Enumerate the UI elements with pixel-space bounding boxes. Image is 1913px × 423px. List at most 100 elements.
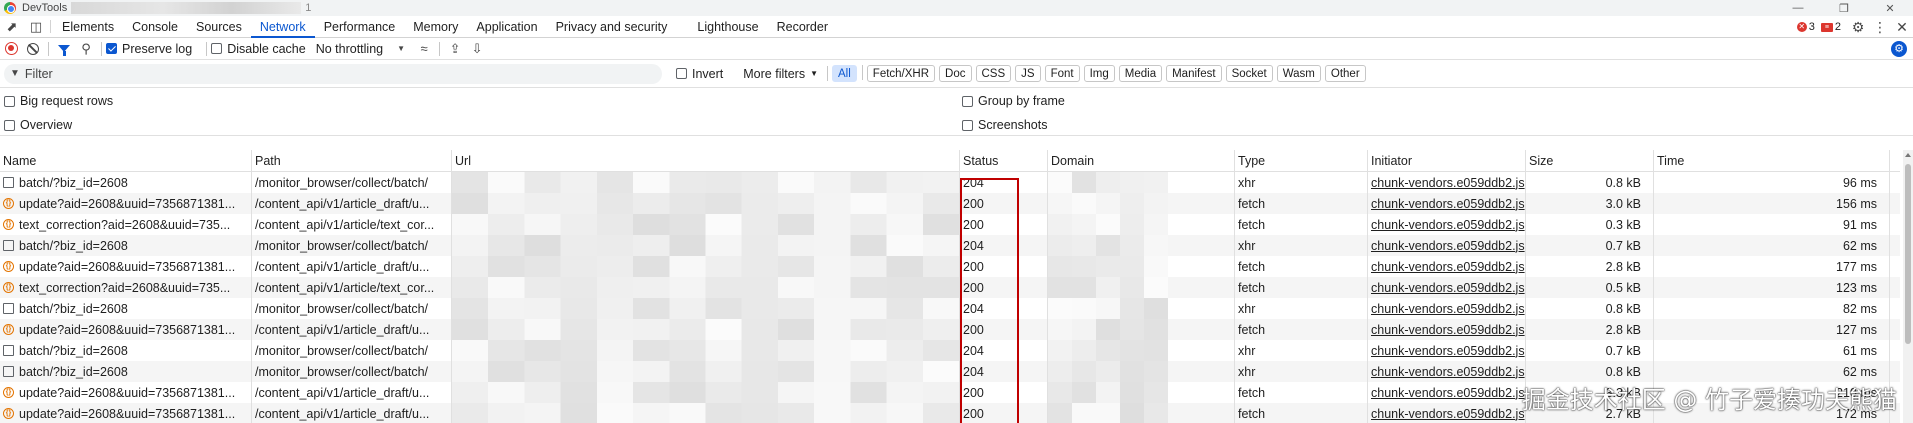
filter-pill-all[interactable]: All [832,65,857,82]
table-row[interactable]: batch/?biz_id=2608/monitor_browser/colle… [0,235,1900,256]
tab-network[interactable]: Network [250,16,315,38]
close-icon[interactable]: ✕ [1867,0,1913,16]
initiator-link[interactable]: chunk-vendors.e059ddb2.js [1371,239,1525,253]
checkbox-unchecked[interactable] [211,43,223,54]
filter-pill-js[interactable]: JS [1015,65,1041,82]
initiator-link[interactable]: chunk-vendors.e059ddb2.js [1371,407,1525,421]
filter-pill-img[interactable]: Img [1083,65,1115,82]
tab-lighthouse[interactable]: Lighthouse [688,16,767,37]
more-filters-dropdown[interactable]: More filters ▼ [743,67,818,81]
clear-button[interactable] [22,38,44,60]
initiator-link[interactable]: chunk-vendors.e059ddb2.js [1371,365,1525,379]
initiator-link[interactable]: chunk-vendors.e059ddb2.js [1371,176,1525,190]
record-button[interactable] [0,38,22,60]
filter-pill-manifest[interactable]: Manifest [1166,65,1222,82]
tab-recorder[interactable]: Recorder [768,16,837,37]
column-header-time[interactable]: Time [1654,150,1890,171]
checkbox-checked[interactable] [106,43,117,54]
request-name: update?aid=2608&uuid=7356871381... [19,385,236,400]
table-row[interactable]: batch/?biz_id=2608/monitor_browser/colle… [0,298,1900,319]
initiator-link[interactable]: chunk-vendors.e059ddb2.js [1371,260,1525,274]
group-by-frame-checkbox[interactable]: Group by frame [962,94,1065,108]
initiator-link[interactable]: chunk-vendors.e059ddb2.js [1371,302,1525,316]
warning-badge[interactable]: ≡ 2 [1820,21,1841,33]
initiator-link[interactable]: chunk-vendors.e059ddb2.js [1371,281,1525,295]
invert-checkbox[interactable]: Invert [676,67,723,81]
filter-pill-media[interactable]: Media [1118,65,1163,82]
filter-pill-doc[interactable]: Doc [939,65,972,82]
cell-domain [1048,298,1235,319]
export-har-icon[interactable]: ⇩ [466,38,488,60]
initiator-link[interactable]: chunk-vendors.e059ddb2.js [1371,323,1525,337]
table-row[interactable]: {} update?aid=2608&uuid=7356871381... /con… [0,256,1900,277]
disable-cache-checkbox[interactable]: Disable cache [211,42,306,56]
filter-pill-wasm[interactable]: Wasm [1276,65,1321,82]
column-header-url[interactable]: Url [452,150,960,171]
big-request-rows-checkbox[interactable]: Big request rows [4,94,113,108]
more-options-icon[interactable]: ⋮ [1869,19,1891,36]
settings-gear-icon[interactable]: ⚙ [1847,19,1869,36]
filter-input[interactable] [24,66,625,81]
filter-pill-css[interactable]: CSS [975,65,1012,82]
request-path: /monitor_browser/collect/batch/ [255,301,428,316]
column-header-path[interactable]: Path [252,150,452,171]
table-row[interactable]: {} text_correction?aid=2608&uuid=735... /c… [0,214,1900,235]
tab-privacy-and-security[interactable]: Privacy and security [547,16,677,37]
column-header-type[interactable]: Type [1235,150,1368,171]
checkbox-unchecked[interactable] [4,95,15,107]
filter-pill-other[interactable]: Other [1324,65,1366,82]
initiator-link[interactable]: chunk-vendors.e059ddb2.js [1371,386,1525,400]
table-row[interactable]: batch/?biz_id=2608/monitor_browser/colle… [0,340,1900,361]
checkbox-unchecked[interactable] [962,119,973,131]
column-header-status[interactable]: Status [960,150,1048,171]
screenshots-checkbox[interactable]: Screenshots [962,118,1047,132]
checkbox-unchecked[interactable] [676,68,687,79]
network-settings-gear-icon[interactable]: ⚙ [1891,41,1907,57]
initiator-link[interactable]: chunk-vendors.e059ddb2.js [1371,197,1525,211]
column-header-size[interactable]: Size [1526,150,1654,171]
tab-performance[interactable]: Performance [315,16,405,37]
request-path: /content_api/v1/article_draft/u... [255,322,430,337]
table-row[interactable]: batch/?biz_id=2608/monitor_browser/colle… [0,361,1900,382]
column-header-initiator[interactable]: Initiator [1368,150,1526,171]
checkbox-unchecked[interactable] [4,119,15,131]
column-header-name[interactable]: Name [0,150,252,171]
network-conditions-icon[interactable]: ≈ [413,38,435,60]
tab-application[interactable]: Application [467,16,546,37]
minimize-icon[interactable]: — [1775,0,1821,16]
filter-pill-fetch-xhr[interactable]: Fetch/XHR [866,65,936,82]
initiator-link[interactable]: chunk-vendors.e059ddb2.js [1371,344,1525,358]
domain-redacted [1048,361,1168,382]
table-row[interactable]: {} update?aid=2608&uuid=7356871381... /con… [0,193,1900,214]
error-badge[interactable]: ✕ 3 [1796,21,1815,33]
vertical-scrollbar[interactable] [1903,150,1913,423]
tab-elements[interactable]: Elements [53,16,123,37]
column-header-domain[interactable]: Domain [1048,150,1235,171]
close-devtools-icon[interactable]: ✕ [1891,19,1913,36]
scroll-up-icon[interactable] [1905,153,1911,157]
preserve-log-checkbox[interactable]: Preserve log [106,42,192,56]
inspect-element-icon[interactable]: ⬈ [0,16,24,37]
table-row[interactable]: {} update?aid=2608&uuid=7356871381... /con… [0,319,1900,340]
filter-pill-font[interactable]: Font [1044,65,1080,82]
table-row[interactable]: {} text_correction?aid=2608&uuid=735... /c… [0,277,1900,298]
search-icon[interactable]: ⚲ [75,38,97,60]
cell-path: /monitor_browser/collect/batch/ [252,340,452,361]
overview-checkbox[interactable]: Overview [4,118,72,132]
tab-console[interactable]: Console [123,16,187,37]
filter-bar: ▼ Invert More filters ▼ All Fetch/XHRDocC… [0,60,1913,88]
throttling-select[interactable]: No throttling ▼ [316,42,405,56]
table-row[interactable]: batch/?biz_id=2608/monitor_browser/colle… [0,172,1900,193]
restore-icon[interactable]: ❐ [1821,0,1867,16]
import-har-icon[interactable]: ⇪ [444,38,466,60]
initiator-link[interactable]: chunk-vendors.e059ddb2.js [1371,218,1525,232]
tab-sources[interactable]: Sources [187,16,251,37]
tab-memory[interactable]: Memory [404,16,467,37]
device-toolbar-icon[interactable]: ◫ [24,16,48,37]
filter-pill-socket[interactable]: Socket [1225,65,1273,82]
request-size: 0.8 kB [1605,364,1641,379]
checkbox-unchecked[interactable] [962,95,973,107]
filter-toggle-button[interactable] [53,38,75,60]
filter-input-box[interactable]: ▼ [4,63,662,84]
scrollbar-thumb[interactable] [1905,164,1911,344]
